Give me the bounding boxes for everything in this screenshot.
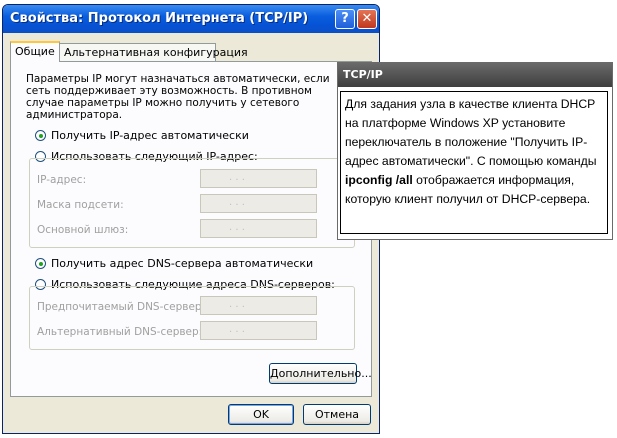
- subnet-mask-label: Маска подсети:: [37, 199, 124, 211]
- cancel-button[interactable]: Отмена: [303, 404, 371, 425]
- default-gateway-field[interactable]: . . .: [200, 219, 317, 238]
- radio-ip-auto-label: Получить IP-адрес автоматически: [51, 129, 249, 142]
- callout-text-before: Для задания узла в качестве клиента DHCP…: [345, 97, 597, 168]
- alternate-dns-field[interactable]: . . .: [200, 321, 317, 340]
- close-button[interactable]: ✕: [357, 9, 377, 29]
- callout-command: ipconfig /all: [345, 173, 413, 187]
- default-gateway-label: Основной шлюз:: [37, 224, 129, 236]
- advanced-button[interactable]: Дополнительно...: [269, 363, 372, 384]
- ip-dots: . . .: [229, 324, 245, 335]
- tcpip-callout: TCP/IP Для задания узла в качестве клиен…: [337, 62, 613, 240]
- preferred-dns-field[interactable]: . . .: [200, 296, 317, 315]
- title-bar[interactable]: Свойства: Протокол Интернета (TCP/IP) ? …: [3, 5, 379, 33]
- ip-dots: . . .: [229, 222, 245, 233]
- tab-alternate-config[interactable]: Альтернативная конфигурация: [59, 43, 248, 61]
- radio-checked-icon: [35, 258, 46, 269]
- radio-checked-icon: [35, 130, 46, 141]
- callout-title: TCP/IP: [338, 63, 612, 87]
- callout-body: Для задания узла в качестве клиента DHCP…: [340, 91, 608, 234]
- preferred-dns-label: Предпочитаемый DNS-сервер:: [37, 301, 206, 313]
- tab-general[interactable]: Общие: [10, 41, 60, 62]
- alternate-dns-label: Альтернативный DNS-сервер:: [37, 326, 203, 338]
- ip-address-label: IP-адрес:: [37, 174, 87, 186]
- ip-dots: . . .: [229, 172, 245, 183]
- subnet-mask-field[interactable]: . . .: [200, 194, 317, 213]
- ip-dots: . . .: [229, 299, 245, 310]
- ok-button[interactable]: OK: [228, 404, 294, 425]
- tcpip-properties-dialog: Свойства: Протокол Интернета (TCP/IP) ? …: [2, 4, 380, 434]
- window-title: Свойства: Протокол Интернета (TCP/IP): [10, 11, 309, 26]
- ip-dots: . . .: [229, 197, 245, 208]
- help-button[interactable]: ?: [335, 9, 355, 29]
- description-text: Параметры IP могут назначаться автоматич…: [26, 73, 330, 121]
- ip-address-field[interactable]: . . .: [200, 169, 317, 188]
- radio-dns-auto-label: Получить адрес DNS-сервера автоматически: [51, 257, 314, 270]
